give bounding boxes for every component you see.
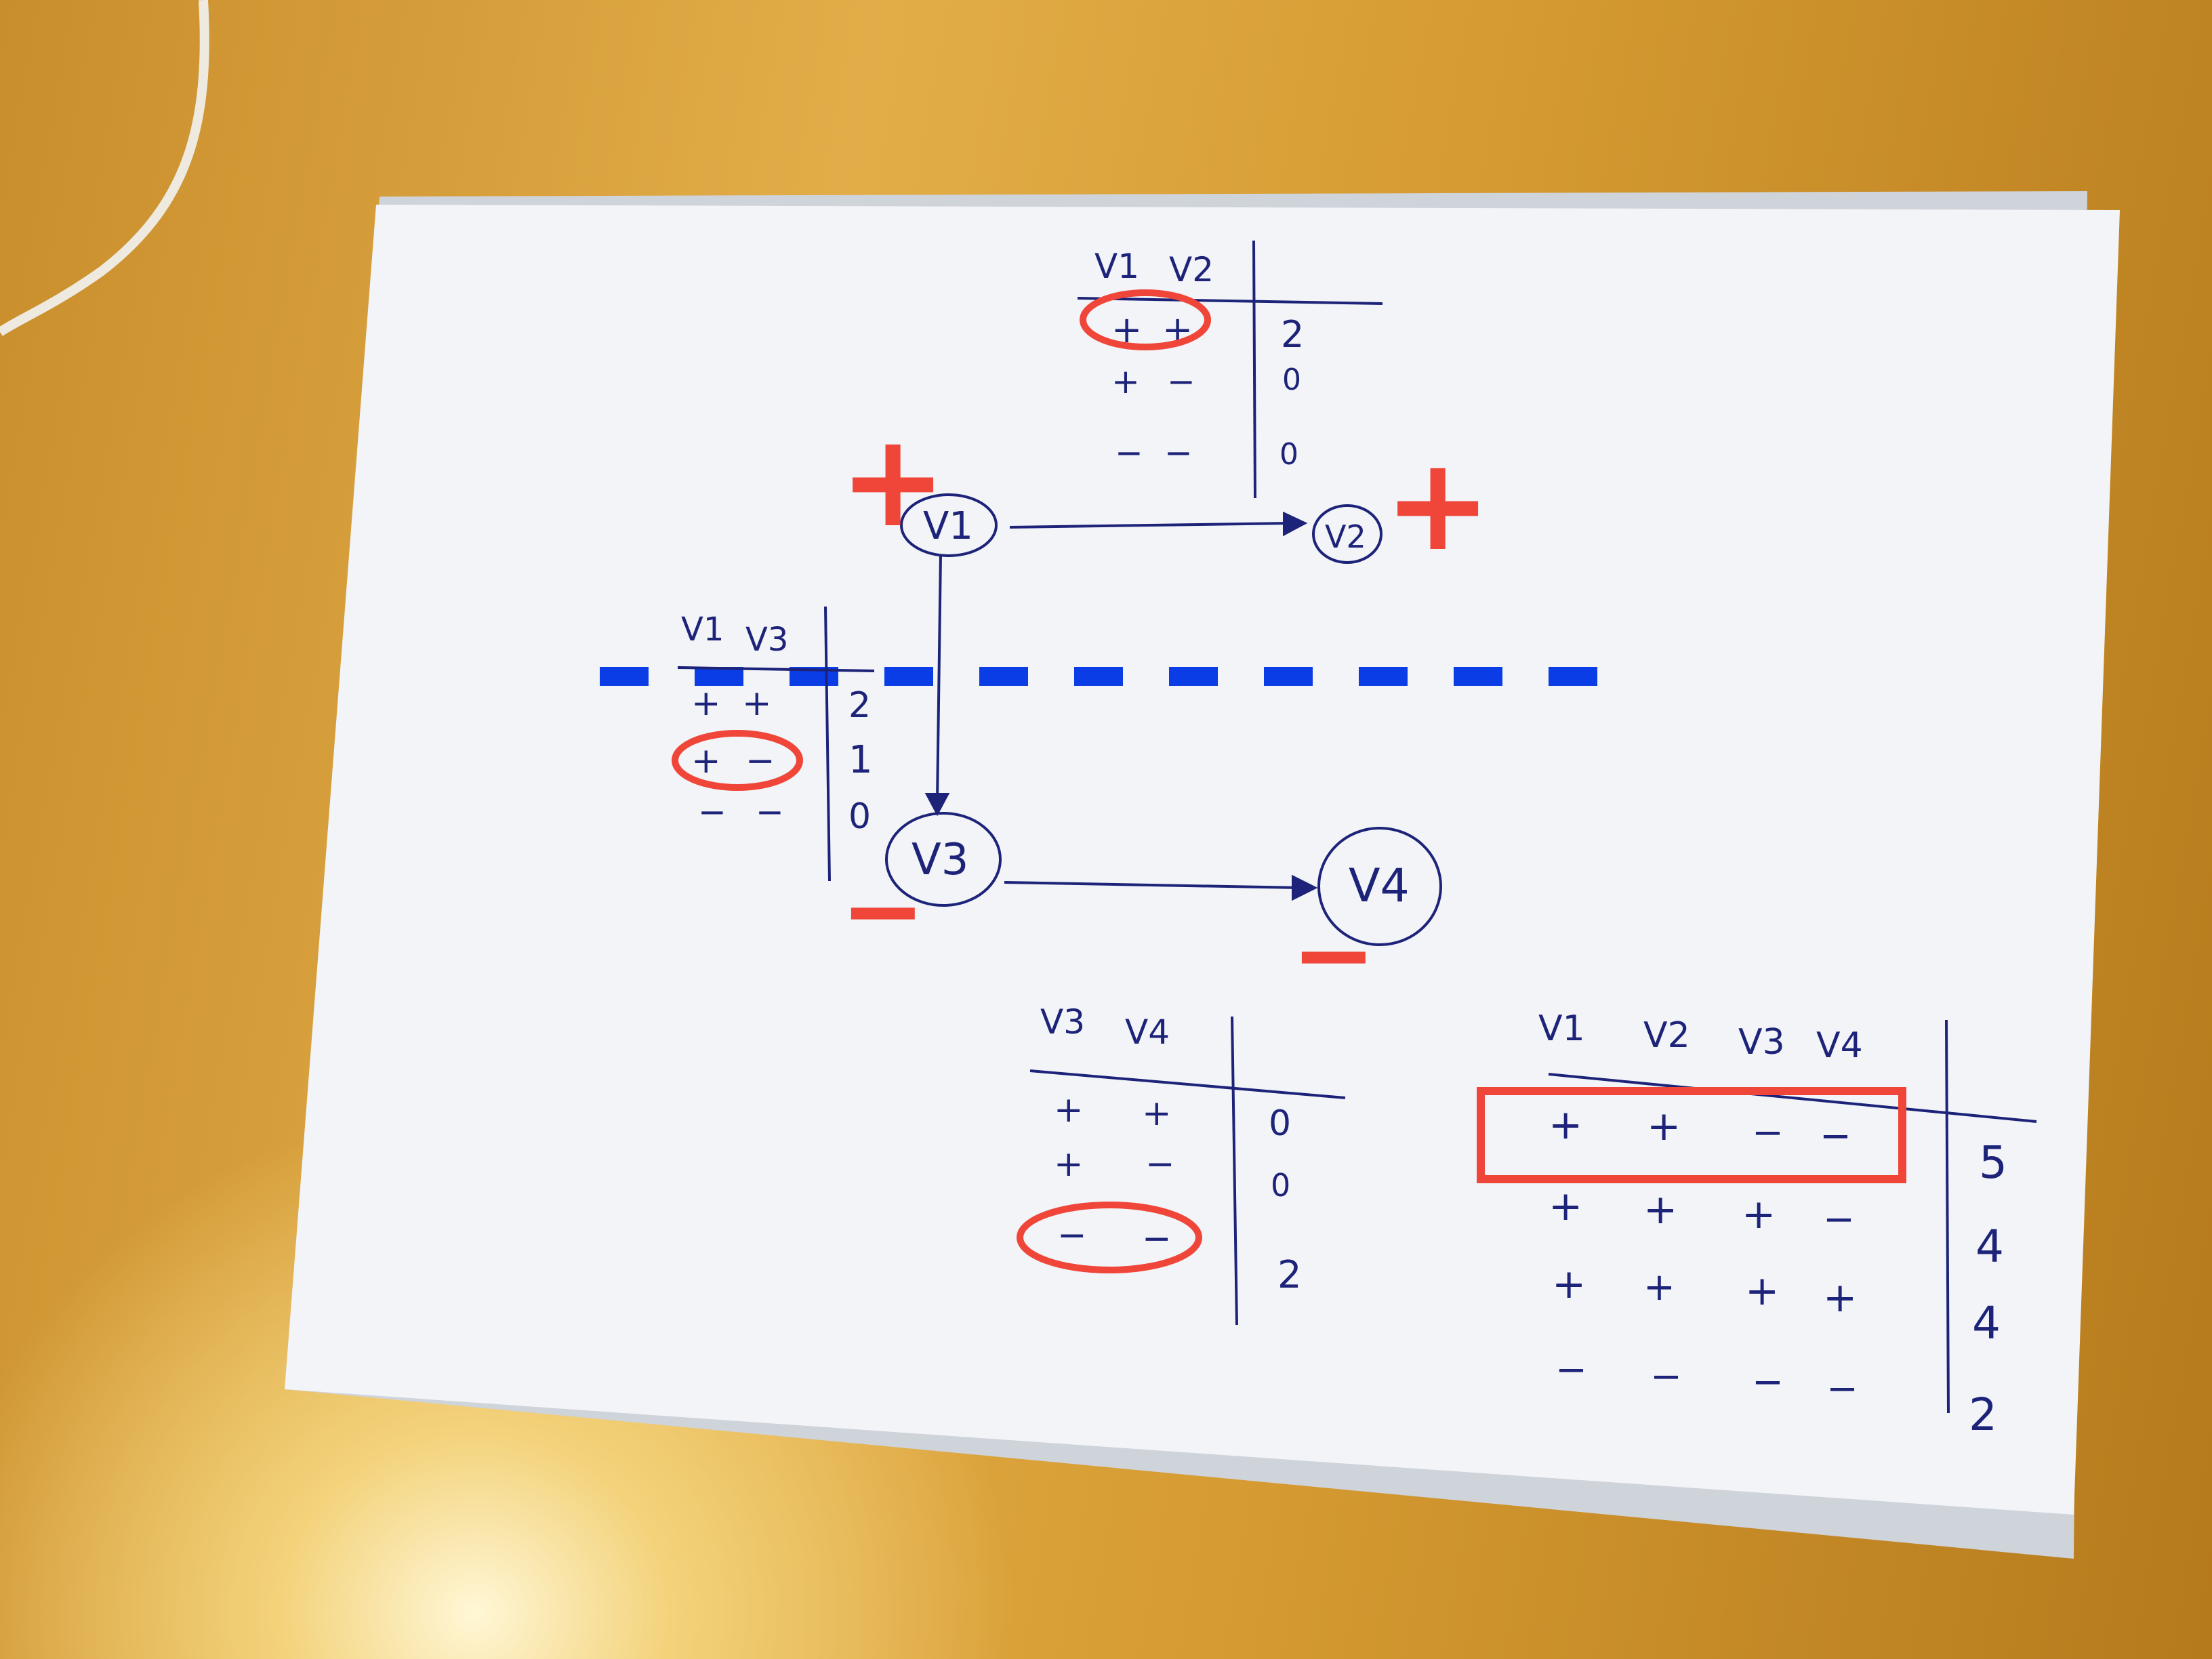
sign-v1: +	[839, 406, 947, 556]
table-full-header-3: V4	[1816, 1025, 1863, 1066]
table-v1-v3-header-1: V3	[745, 621, 788, 659]
table-v1-v2-r2-c1: −	[1164, 433, 1193, 472]
table-v1-v2-vline	[1252, 240, 1256, 499]
sign-v4: −	[1291, 896, 1376, 1014]
table-v3-v4-r0-c0: +	[1054, 1090, 1084, 1130]
table-v1-v3-r0-val: 2	[848, 685, 871, 726]
table-full-header-1: V2	[1643, 1015, 1690, 1056]
table-full-r3-c3: −	[1826, 1367, 1858, 1411]
table-v1-v3-r1-val: 1	[848, 738, 873, 782]
table-v1-v2-header-1: V2	[1169, 250, 1214, 289]
table-full-r2-c3: +	[1823, 1274, 1857, 1322]
table-full-r0-c0: +	[1549, 1101, 1582, 1149]
table-full-r1-c0: +	[1549, 1183, 1582, 1230]
table-v1-v3-header-0: V1	[681, 611, 724, 649]
node-v2-label: V2	[1325, 518, 1366, 555]
table-full-r3-c1: −	[1650, 1355, 1682, 1399]
table-full-r1-val: 4	[1975, 1221, 2004, 1273]
table-full-header-2: V3	[1738, 1022, 1785, 1063]
table-full-r1-c2: +	[1742, 1191, 1776, 1238]
table-v1-v2-r2-c0: −	[1115, 433, 1143, 472]
table-v1-v3-r2-c0: −	[698, 792, 726, 832]
table-v1-v2-r0-val: 2	[1281, 313, 1304, 356]
table-full-r3-c0: −	[1555, 1348, 1587, 1392]
table-v3-v4-r1-c1: −	[1145, 1144, 1175, 1185]
table-full-r1-c3: −	[1823, 1197, 1855, 1242]
table-v1-v2-header-0: V1	[1094, 247, 1139, 286]
table-v1-v2-r1-val: 0	[1282, 363, 1301, 397]
table-v3-v4-r2-val: 2	[1277, 1253, 1302, 1297]
table-v3-v4-r2-c1: −	[1142, 1218, 1172, 1259]
table-v3-v4-r2-c0: −	[1057, 1215, 1087, 1256]
table-full-r1-c1: +	[1643, 1186, 1677, 1233]
table-v3-v4-r1-c0: +	[1054, 1144, 1084, 1185]
table-full-r2-c0: +	[1552, 1261, 1586, 1308]
table-v1-v3-r2-c1: −	[756, 792, 784, 832]
table-v3-v4-r0-val: 0	[1269, 1103, 1291, 1144]
table-full-r2-c2: +	[1745, 1267, 1779, 1315]
table-v3-v4-r0-c1: +	[1142, 1093, 1172, 1134]
table-full-r0-val: 5	[1979, 1136, 2007, 1189]
sign-v3: −	[840, 852, 926, 970]
table-full-r2-val: 4	[1972, 1297, 2001, 1349]
table-v1-v2-r2-val: 0	[1279, 437, 1298, 472]
table-v1-v2-r1-c0: +	[1111, 362, 1140, 401]
table-v3-v4-header-1: V4	[1125, 1012, 1170, 1052]
sign-v2: +	[1384, 430, 1492, 579]
table-v1-v3-r1-c1: −	[745, 741, 775, 781]
table-v1-v3-r1-c0: +	[691, 741, 721, 781]
cable	[0, 0, 209, 336]
table-full-r0-c2: −	[1752, 1111, 1784, 1155]
table-full-r3-val: 2	[1969, 1389, 1997, 1441]
table-v3-v4-header-0: V3	[1040, 1002, 1085, 1042]
table-full-r2-c1: +	[1643, 1265, 1675, 1309]
table-full-header-0: V1	[1538, 1008, 1585, 1049]
photo-scene: V1 V2 V3 V4 + + − − V1 V2 + + 2 + − 0 − …	[0, 0, 2120, 1559]
table-v1-v2-r1-c1: −	[1167, 362, 1195, 401]
table-full-r3-c2: −	[1752, 1360, 1784, 1404]
table-v1-v3-r2-val: 0	[848, 796, 871, 837]
table-v1-v3-r0-c0: +	[691, 683, 721, 724]
table-v3-v4-r1-val: 0	[1271, 1167, 1290, 1204]
table-full-r0-c3: −	[1820, 1114, 1851, 1158]
table-v1-v3-r0-c1: +	[742, 683, 772, 724]
table-full-r0-c1: +	[1647, 1103, 1681, 1150]
